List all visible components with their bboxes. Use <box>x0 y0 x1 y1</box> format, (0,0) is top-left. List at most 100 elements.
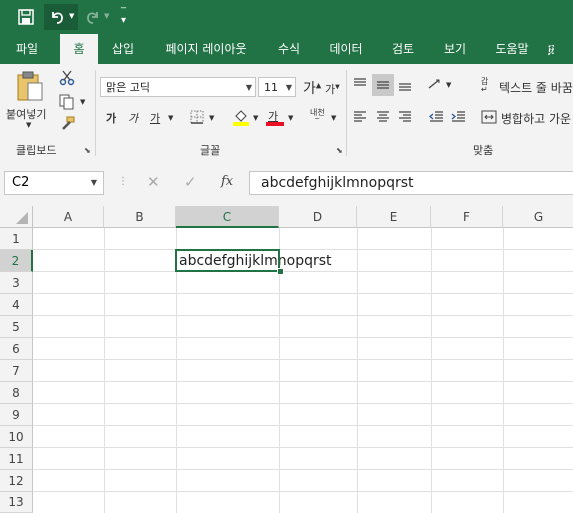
align-middle-icon[interactable] <box>372 74 394 96</box>
paste-dropdown-icon[interactable]: ▼ <box>26 121 31 129</box>
align-bottom-icon[interactable] <box>397 76 413 92</box>
grid-line <box>33 491 573 492</box>
phonetic-dropdown-icon[interactable]: ▼ <box>331 114 336 122</box>
tab-page-layout[interactable]: 페이지 레이아웃 <box>152 34 260 64</box>
cancel-icon[interactable]: ✕ <box>147 173 160 191</box>
orientation-dropdown-icon[interactable]: ▼ <box>446 81 451 89</box>
row-header-9[interactable]: 9 <box>0 404 33 426</box>
row-header-3[interactable]: 3 <box>0 272 33 294</box>
bold-button[interactable]: 가 <box>106 110 116 126</box>
column-header-g[interactable]: G <box>503 206 573 228</box>
font-size-dropdown[interactable]: 11 ▼ <box>258 77 296 97</box>
tab-review[interactable]: 검토 <box>382 34 424 64</box>
row-header-12[interactable]: 12 <box>0 470 33 492</box>
undo-icon <box>49 9 65 25</box>
enter-icon[interactable]: ✓ <box>184 173 197 191</box>
column-header-e[interactable]: E <box>357 206 431 228</box>
orientation-icon[interactable] <box>427 76 443 92</box>
decrease-font-button[interactable]: 가▼ <box>325 81 340 97</box>
font-launcher-icon[interactable]: ⬊ <box>336 146 343 155</box>
borders-icon[interactable] <box>190 110 204 124</box>
paste-icon[interactable] <box>16 70 44 102</box>
font-color-dropdown-icon[interactable]: ▼ <box>288 114 293 122</box>
row-header-11[interactable]: 11 <box>0 448 33 470</box>
name-box-value: C2 <box>12 175 30 190</box>
column-header-a[interactable]: A <box>33 206 104 228</box>
align-left-icon[interactable] <box>352 109 368 125</box>
align-right-icon[interactable] <box>397 109 413 125</box>
copy-dropdown-icon[interactable]: ▼ <box>80 98 85 106</box>
column-header-c[interactable]: C <box>176 206 279 228</box>
column-header-b[interactable]: B <box>104 206 176 228</box>
undo-button[interactable]: ▼ <box>44 4 78 30</box>
decrease-indent-icon[interactable] <box>428 109 444 125</box>
align-center-icon[interactable] <box>375 109 391 125</box>
row-header-6[interactable]: 6 <box>0 338 33 360</box>
italic-button[interactable]: 가 <box>128 110 138 126</box>
row-header-1[interactable]: 1 <box>0 228 33 250</box>
decrease-font-label: 가 <box>325 83 336 96</box>
undo-dropdown-icon[interactable]: ▼ <box>69 12 74 20</box>
column-header-d[interactable]: D <box>279 206 357 228</box>
clipboard-group-label: 클립보드 <box>16 144 57 157</box>
row-header-5[interactable]: 5 <box>0 316 33 338</box>
row-header-2[interactable]: 2 <box>0 250 33 272</box>
cut-icon[interactable] <box>59 70 75 86</box>
formula-input[interactable]: abcdefghijklmnopqrst <box>249 171 573 195</box>
formula-bar-grip-icon[interactable]: ⋮ <box>118 176 128 187</box>
tab-file[interactable]: 파일 <box>4 34 50 64</box>
phonetic-guide-icon[interactable]: 내천 ‾ <box>310 108 325 126</box>
alignment-group-label: 맞춤 <box>473 144 494 157</box>
save-icon[interactable] <box>18 9 34 25</box>
underline-button[interactable]: 가 <box>150 110 160 126</box>
align-top-icon[interactable] <box>352 76 368 92</box>
format-painter-icon[interactable] <box>59 116 75 132</box>
borders-dropdown-icon[interactable]: ▼ <box>209 114 214 122</box>
paste-button-label[interactable]: 붙여넣기 <box>6 106 46 122</box>
tab-formulas[interactable]: 수식 <box>268 34 310 64</box>
font-name-value: 맑은 고딕 <box>106 81 150 94</box>
select-all-button[interactable] <box>0 206 33 228</box>
wrap-text-icon[interactable]: 갑 ↵ <box>481 78 488 94</box>
chevron-down-icon: ▼ <box>285 83 292 92</box>
clipboard-launcher-icon[interactable]: ⬊ <box>84 146 91 155</box>
increase-font-button[interactable]: 가▲ <box>303 78 321 98</box>
merge-center-button[interactable]: 병합하고 가운 <box>501 110 571 127</box>
tab-overflow[interactable]: ፱ <box>548 34 573 64</box>
column-header-f[interactable]: F <box>431 206 503 228</box>
fill-color-dropdown-icon[interactable]: ▼ <box>253 114 258 122</box>
redo-dropdown-icon[interactable]: ▼ <box>104 12 109 20</box>
font-color-swatch <box>266 122 284 126</box>
wrap-text-button[interactable]: 텍스트 줄 바꿈 <box>499 79 573 96</box>
row-header-8[interactable]: 8 <box>0 382 33 404</box>
font-color-icon[interactable]: 가 <box>266 108 284 126</box>
fill-color-icon[interactable] <box>232 108 250 126</box>
name-box[interactable]: C2 ▼ <box>4 171 104 195</box>
customize-qat-icon[interactable]: ‾ ▾ <box>121 8 126 26</box>
row-header-10[interactable]: 10 <box>0 426 33 448</box>
copy-icon[interactable] <box>59 94 75 110</box>
ribbon-tab-bar: 파일 홈 삽입 페이지 레이아웃 수식 데이터 검토 보기 도움말 ፱ <box>0 34 573 64</box>
row-header-7[interactable]: 7 <box>0 360 33 382</box>
worksheet-grid[interactable]: A B C D E F G 1 2 3 4 5 6 7 8 9 10 11 12… <box>0 206 573 513</box>
font-name-dropdown[interactable]: 맑은 고딕 ▼ <box>100 77 256 97</box>
active-cell-c2[interactable] <box>175 249 280 272</box>
insert-function-icon[interactable]: fx <box>221 174 233 189</box>
underline-dropdown-icon[interactable]: ▼ <box>168 114 173 122</box>
tab-data[interactable]: 데이터 <box>320 34 372 64</box>
grid-line <box>33 337 573 338</box>
fill-handle[interactable] <box>277 268 284 275</box>
merge-center-icon[interactable] <box>481 110 497 124</box>
formula-bar: C2 ▼ ⋮ ✕ ✓ fx abcdefghijklmnopqrst <box>0 160 573 206</box>
font-group-label: 글꼴 <box>200 144 221 157</box>
chevron-down-icon[interactable]: ▼ <box>91 172 97 194</box>
row-header-4[interactable]: 4 <box>0 294 33 316</box>
tab-view[interactable]: 보기 <box>434 34 476 64</box>
tab-insert[interactable]: 삽입 <box>102 34 144 64</box>
row-header-13[interactable]: 13 <box>0 492 33 513</box>
tab-help[interactable]: 도움말 <box>486 34 538 64</box>
redo-icon[interactable] <box>85 9 101 25</box>
grid-line <box>33 359 573 360</box>
increase-indent-icon[interactable] <box>450 109 466 125</box>
tab-home[interactable]: 홈 <box>60 34 98 64</box>
